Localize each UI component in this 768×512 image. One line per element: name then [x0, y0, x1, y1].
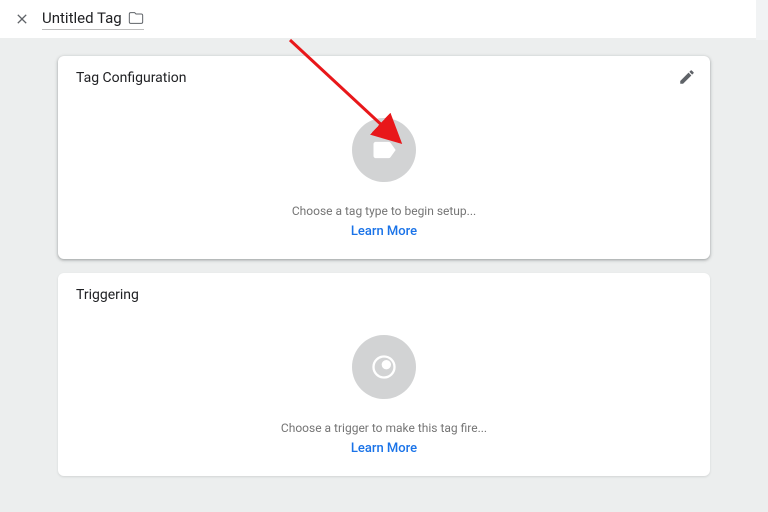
- tag-icon: [370, 136, 398, 164]
- config-learn-more-link[interactable]: Learn More: [351, 224, 417, 239]
- trigger-hint: Choose a trigger to make this tag fire..…: [281, 421, 487, 435]
- config-hint: Choose a tag type to begin setup...: [292, 204, 476, 218]
- edit-config-button[interactable]: [676, 66, 698, 88]
- page-header: Untitled Tag: [0, 0, 768, 38]
- folder-icon[interactable]: [128, 10, 144, 26]
- triggering-card[interactable]: Triggering Choose a trigger to make this…: [58, 273, 710, 476]
- trigger-picker[interactable]: [352, 335, 416, 399]
- side-panel: [756, 0, 768, 40]
- tag-title: Untitled Tag: [42, 9, 122, 27]
- tag-type-picker[interactable]: [352, 118, 416, 182]
- config-placeholder: Choose a tag type to begin setup... Lear…: [76, 92, 692, 239]
- card-title-config: Tag Configuration: [76, 70, 692, 86]
- close-icon: [14, 11, 30, 27]
- trigger-icon: [370, 353, 398, 381]
- trigger-learn-more-link[interactable]: Learn More: [351, 441, 417, 456]
- close-button[interactable]: [12, 9, 32, 29]
- trigger-placeholder: Choose a trigger to make this tag fire..…: [76, 309, 692, 456]
- pencil-icon: [678, 68, 696, 86]
- title-input[interactable]: Untitled Tag: [42, 9, 144, 30]
- card-title-trigger: Triggering: [76, 287, 692, 303]
- content-area: Tag Configuration Choose a tag type to b…: [0, 38, 768, 476]
- tag-configuration-card[interactable]: Tag Configuration Choose a tag type to b…: [58, 56, 710, 259]
